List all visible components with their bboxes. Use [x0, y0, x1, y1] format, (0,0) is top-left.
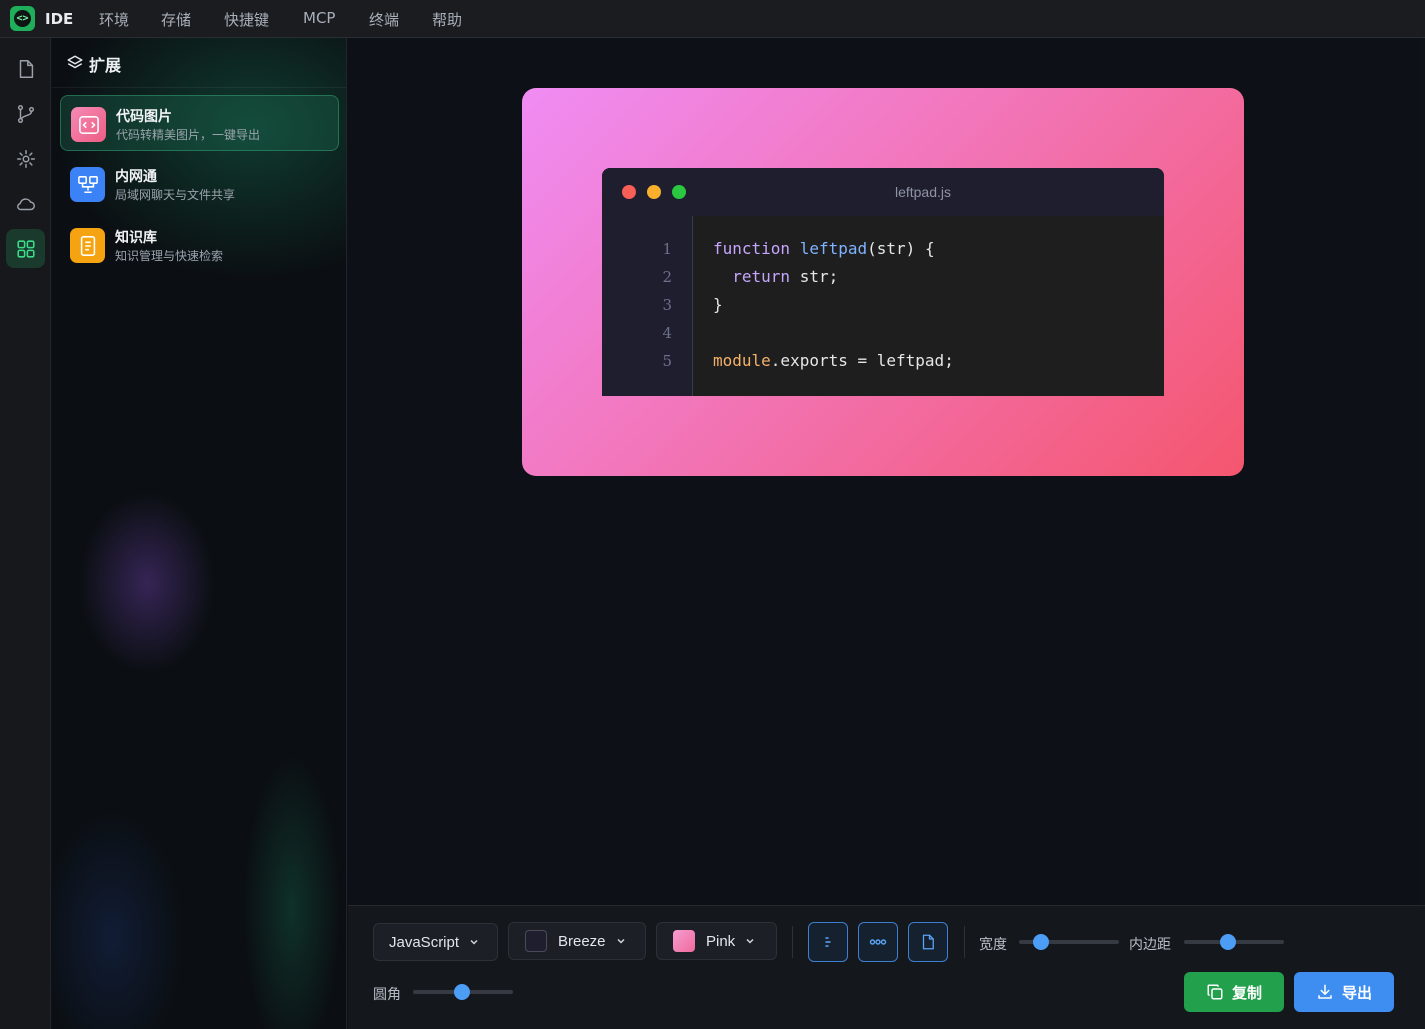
cloud-icon	[16, 197, 35, 210]
sidebar-header: 扩展	[52, 38, 346, 88]
code-window-titlebar: leftpad.js	[602, 168, 1164, 216]
extensions-sidebar: 扩展 代码图片 代码转精美图片，一键导出 内网通 局域网聊天与文件共享 知识库 …	[52, 38, 347, 1029]
chevron-down-icon	[617, 938, 625, 944]
settings-button[interactable]	[6, 139, 45, 178]
line-number-gutter: 1 2 3 4 5	[602, 216, 693, 396]
cloud-button[interactable]	[6, 184, 45, 223]
export-button[interactable]: 导出	[1294, 972, 1394, 1012]
toggle-window-dots-button[interactable]	[858, 922, 898, 962]
app-logo-glyph: <>	[14, 10, 31, 27]
line-number: 1	[662, 240, 672, 258]
extension-item-code-image[interactable]: 代码图片 代码转精美图片，一键导出	[60, 95, 339, 151]
toolbar-divider	[792, 926, 793, 958]
code-window: leftpad.js 1 2 3 4 5 function leftpad(st…	[602, 168, 1164, 396]
code-image-icon	[71, 107, 106, 142]
language-select[interactable]: JavaScript	[373, 923, 498, 961]
sun-icon	[16, 149, 35, 168]
copy-button-label: 复制	[1231, 983, 1262, 1002]
radius-label: 圆角	[373, 987, 401, 1003]
menu-item-help[interactable]: 帮助	[432, 9, 462, 30]
width-label: 宽度	[979, 937, 1007, 953]
background-select[interactable]: Pink	[656, 922, 777, 960]
slider-thumb[interactable]	[1033, 934, 1049, 950]
activity-bar	[0, 38, 51, 1029]
app-logo-icon: <>	[10, 6, 35, 31]
app-name: IDE	[45, 10, 74, 28]
preview-scrollbar[interactable]	[1420, 38, 1425, 905]
line-numbers-icon	[825, 937, 831, 947]
line-number: 3	[662, 296, 672, 314]
extension-name: 知识库	[115, 230, 157, 246]
extensions-button[interactable]	[6, 229, 45, 268]
code-line: module.exports = leftpad;	[713, 351, 954, 370]
code-line: function leftpad(str) {	[713, 239, 935, 258]
layers-icon	[67, 55, 83, 69]
extension-desc: 知识管理与快速检索	[115, 249, 224, 263]
theme-select[interactable]: Breeze	[508, 922, 646, 960]
extension-desc: 代码转精美图片，一键导出	[116, 128, 261, 142]
toggle-line-numbers-button[interactable]	[808, 922, 848, 962]
padding-label: 内边距	[1129, 937, 1171, 953]
extension-item-knowledge-base[interactable]: 知识库 知识管理与快速检索	[60, 217, 339, 273]
width-slider[interactable]	[1019, 934, 1119, 950]
git-branch-icon	[17, 104, 34, 123]
extension-name: 内网通	[115, 169, 157, 185]
file-icon	[19, 59, 33, 78]
background-select-value: Pink	[706, 932, 736, 950]
copy-button[interactable]: 复制	[1184, 972, 1284, 1012]
network-icon	[70, 167, 105, 202]
menu-item-terminal[interactable]: 终端	[369, 9, 399, 30]
background-swatch	[673, 930, 695, 952]
chevron-down-icon	[746, 938, 754, 944]
toggle-filename-button[interactable]	[908, 922, 948, 962]
radius-slider[interactable]	[413, 984, 513, 1000]
extension-name: 代码图片	[116, 109, 172, 125]
menu-item-shortcuts[interactable]: 快捷键	[224, 9, 269, 30]
code-filename: leftpad.js	[894, 184, 952, 200]
window-dots-icon	[869, 939, 887, 945]
toolbar-divider	[964, 926, 965, 958]
download-icon	[1318, 984, 1332, 999]
export-button-label: 导出	[1341, 983, 1372, 1002]
line-number: 2	[662, 268, 672, 286]
extension-item-intranet[interactable]: 内网通 局域网聊天与文件共享	[60, 156, 339, 212]
theme-swatch	[525, 930, 547, 952]
filename-icon	[922, 934, 934, 950]
slider-thumb[interactable]	[1220, 934, 1236, 950]
padding-slider[interactable]	[1184, 934, 1284, 950]
sidebar-title: 扩展	[89, 56, 122, 75]
language-select-value: JavaScript	[389, 933, 460, 951]
book-icon	[70, 228, 105, 263]
code-image-preview: leftpad.js 1 2 3 4 5 function leftpad(st…	[522, 88, 1244, 476]
code-line: return str;	[732, 267, 839, 286]
chevron-down-icon	[470, 939, 478, 945]
theme-select-value: Breeze	[558, 932, 606, 950]
line-number: 4	[662, 324, 672, 342]
code-line: }	[713, 295, 723, 314]
menu-bar: <> IDE 环境 存储 快捷键 MCP 终端 帮助	[0, 0, 1425, 38]
source-control-button[interactable]	[6, 94, 45, 133]
menu-item-storage[interactable]: 存储	[161, 9, 191, 30]
code-content: function leftpad(str) { return str; } mo…	[694, 216, 1164, 396]
menu-item-environment[interactable]: 环境	[99, 9, 129, 30]
slider-thumb[interactable]	[454, 984, 470, 1000]
export-toolbar: JavaScript Breeze Pink 宽度 内边距 圆角 复制 导出	[348, 905, 1425, 1029]
explorer-button[interactable]	[6, 49, 45, 88]
extension-desc: 局域网聊天与文件共享	[115, 188, 236, 202]
line-number: 5	[662, 352, 672, 370]
extensions-grid-icon	[16, 239, 35, 258]
menu-item-mcp[interactable]: MCP	[303, 9, 335, 27]
copy-icon	[1207, 984, 1223, 1000]
